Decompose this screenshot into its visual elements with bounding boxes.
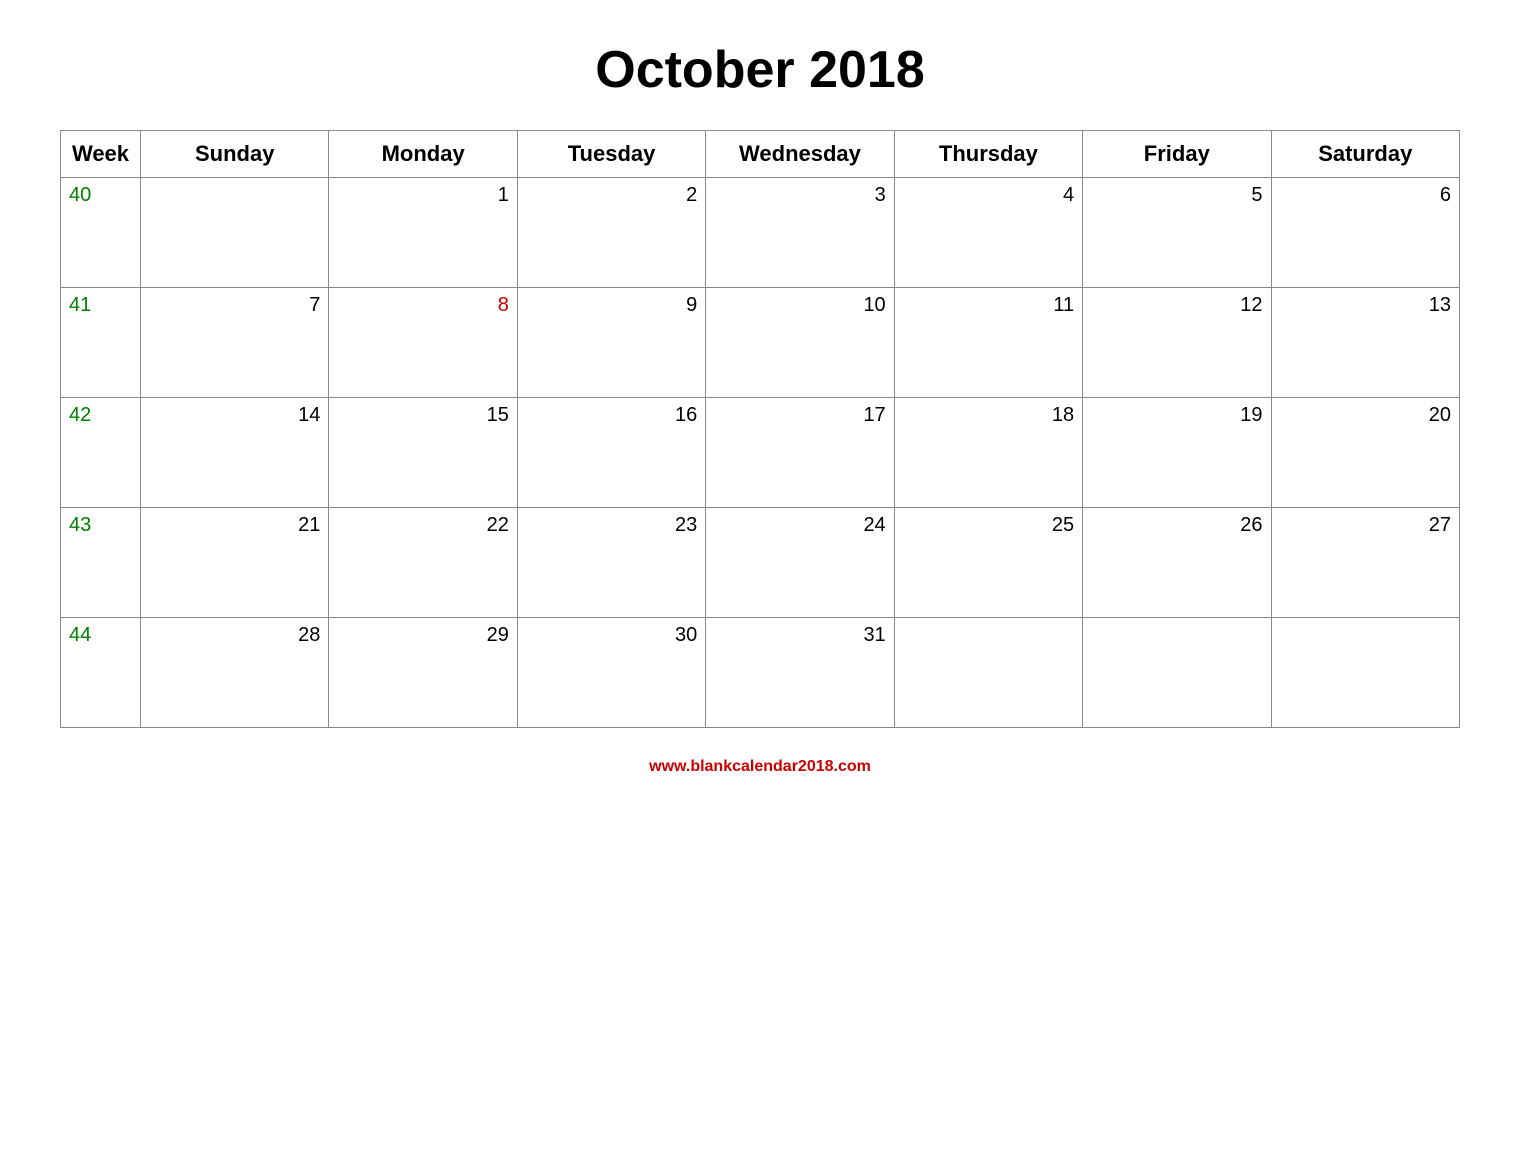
day-number: 10 [714,294,885,317]
day-number: 19 [1091,404,1262,427]
day-number: 24 [714,514,885,537]
day-number: 21 [149,514,320,537]
footer: www.blankcalendar2018.com [649,758,871,776]
day-number: 7 [149,294,320,317]
day-cell: 9 [517,288,705,398]
day-number: 13 [1280,294,1451,317]
day-cell [1271,618,1459,728]
day-cell: 4 [894,178,1082,288]
day-cell: 1 [329,178,517,288]
day-number: 6 [1280,184,1451,207]
day-cell: 5 [1083,178,1271,288]
day-cell: 2 [517,178,705,288]
day-number: 8 [337,294,508,317]
day-number: 4 [903,184,1074,207]
day-number: 2 [526,184,697,207]
day-cell [1083,618,1271,728]
day-cell: 6 [1271,178,1459,288]
day-cell: 13 [1271,288,1459,398]
day-number: 14 [149,404,320,427]
day-cell: 18 [894,398,1082,508]
week-number-44: 44 [61,618,141,728]
header-friday: Friday [1083,131,1271,178]
week-row-41: 4178910111213 [61,288,1460,398]
day-number: 11 [903,294,1074,317]
day-number: 26 [1091,514,1262,537]
day-number: 20 [1280,404,1451,427]
day-cell: 29 [329,618,517,728]
day-cell: 8 [329,288,517,398]
day-cell: 25 [894,508,1082,618]
header-saturday: Saturday [1271,131,1459,178]
day-cell: 30 [517,618,705,728]
day-number: 9 [526,294,697,317]
day-cell: 16 [517,398,705,508]
header-thursday: Thursday [894,131,1082,178]
page-title: October 2018 [595,40,925,100]
day-number: 29 [337,624,508,647]
day-cell: 12 [1083,288,1271,398]
week-row-43: 4321222324252627 [61,508,1460,618]
header-wednesday: Wednesday [706,131,894,178]
day-cell: 24 [706,508,894,618]
week-row-44: 44 28 29 30 31 [61,618,1460,728]
day-number: 25 [903,514,1074,537]
day-cell: 23 [517,508,705,618]
calendar-table: Week Sunday Monday Tuesday Wednesday Thu… [60,130,1460,728]
day-number: 17 [714,404,885,427]
day-cell: 11 [894,288,1082,398]
day-number: 15 [337,404,508,427]
day-cell: 10 [706,288,894,398]
footer-link[interactable]: www.blankcalendar2018.com [649,758,871,775]
day-number: 27 [1280,514,1451,537]
header-row: Week Sunday Monday Tuesday Wednesday Thu… [61,131,1460,178]
day-number: 1 [337,184,508,207]
day-number: 23 [526,514,697,537]
day-cell: 17 [706,398,894,508]
day-number: 12 [1091,294,1262,317]
day-cell: 14 [141,398,329,508]
day-cell: 21 [141,508,329,618]
day-cell: 15 [329,398,517,508]
day-cell: 3 [706,178,894,288]
day-number: 5 [1091,184,1262,207]
day-number: 22 [337,514,508,537]
day-number: 16 [526,404,697,427]
day-cell: 28 [141,618,329,728]
week-row-40: 40123456 [61,178,1460,288]
week-row-42: 4214151617181920 [61,398,1460,508]
header-sunday: Sunday [141,131,329,178]
day-cell: 27 [1271,508,1459,618]
day-cell: 26 [1083,508,1271,618]
day-cell: 22 [329,508,517,618]
day-cell: 20 [1271,398,1459,508]
day-number: 3 [714,184,885,207]
day-cell: 7 [141,288,329,398]
header-monday: Monday [329,131,517,178]
day-number: 28 [149,624,320,647]
day-number: 18 [903,404,1074,427]
day-cell: 19 [1083,398,1271,508]
day-number: 31 [714,624,885,647]
day-cell: 31 [706,618,894,728]
header-tuesday: Tuesday [517,131,705,178]
day-number: 30 [526,624,697,647]
day-cell [141,178,329,288]
day-cell [894,618,1082,728]
